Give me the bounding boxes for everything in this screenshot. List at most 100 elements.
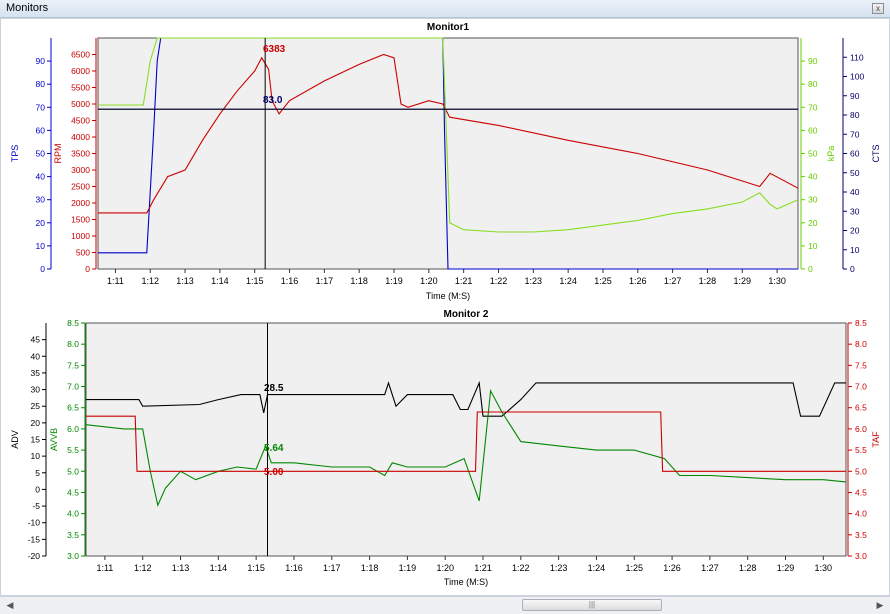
x-tick-label: 1:15 xyxy=(247,563,265,573)
arrow-left-icon[interactable]: ◀ xyxy=(3,599,17,612)
y-tick-label-kpa: 0 xyxy=(808,264,813,274)
y-tick-label-rpm: 6000 xyxy=(71,66,90,76)
y-tick-label-cts: 10 xyxy=(850,245,860,255)
y-tick-label-rpm: 3000 xyxy=(71,165,90,175)
cursor-value-label: 28.5 xyxy=(264,383,284,394)
y-tick-label-kpa: 40 xyxy=(808,172,818,182)
y-tick-label-kpa: 60 xyxy=(808,125,818,135)
y-tick-label-taf: 3.0 xyxy=(855,551,867,561)
x-tick-label: 1:25 xyxy=(625,563,643,573)
y-tick-label-taf: 6.5 xyxy=(855,403,867,413)
x-tick-label: 1:14 xyxy=(211,276,229,286)
y-tick-label-rpm: 2000 xyxy=(71,198,90,208)
cursor-value-label: 83.0 xyxy=(263,95,283,106)
x-tick-label: 1:13 xyxy=(172,563,190,573)
y-tick-label-adv: -10 xyxy=(28,518,41,528)
y-tick-label-avvb: 3.5 xyxy=(67,530,79,540)
x-tick-label: 1:23 xyxy=(550,563,568,573)
y-tick-label-avvb: 7.0 xyxy=(67,382,79,392)
y-tick-label-adv: -15 xyxy=(28,534,41,544)
x-tick-label: 1:24 xyxy=(559,276,577,286)
y-tick-label-adv: 0 xyxy=(35,484,40,494)
y-tick-label-cts: 110 xyxy=(850,52,864,62)
y-tick-label-adv: 5 xyxy=(35,468,40,478)
y-axis-label-tps: TPS xyxy=(10,145,20,163)
x-tick-label: 1:16 xyxy=(281,276,299,286)
y-tick-label-rpm: 5000 xyxy=(71,99,90,109)
y-tick-label-taf: 7.0 xyxy=(855,382,867,392)
x-tick-label: 1:30 xyxy=(768,276,786,286)
y-tick-label-tps: 40 xyxy=(36,172,46,182)
y-tick-label-taf: 5.5 xyxy=(855,445,867,455)
y-tick-label-taf: 5.0 xyxy=(855,466,867,476)
cursor-value-label: 5.64 xyxy=(264,443,284,454)
x-axis-label: Time (M:S) xyxy=(426,291,470,301)
x-tick-label: 1:20 xyxy=(420,276,438,286)
arrow-right-icon[interactable]: ▶ xyxy=(873,599,887,612)
x-tick-label: 1:19 xyxy=(385,276,403,286)
x-tick-label: 1:17 xyxy=(323,563,341,573)
x-tick-label: 1:21 xyxy=(474,563,492,573)
y-axis-label-avvb: AVVB xyxy=(49,428,59,451)
y-tick-label-rpm: 1500 xyxy=(71,215,90,225)
x-tick-label: 1:23 xyxy=(525,276,543,286)
y-tick-label-cts: 0 xyxy=(850,264,855,274)
y-tick-label-kpa: 20 xyxy=(808,218,818,228)
y-tick-label-avvb: 5.0 xyxy=(67,466,79,476)
y-axis-label-cts: CTS xyxy=(871,145,881,163)
y-tick-label-adv: 30 xyxy=(31,385,41,395)
x-tick-label: 1:26 xyxy=(663,563,681,573)
y-tick-label-cts: 50 xyxy=(850,168,860,178)
x-tick-label: 1:11 xyxy=(96,563,113,573)
x-tick-label: 1:14 xyxy=(210,563,228,573)
x-tick-label: 1:18 xyxy=(361,563,379,573)
close-icon[interactable]: x xyxy=(872,3,884,14)
y-tick-label-kpa: 30 xyxy=(808,195,818,205)
y-tick-label-cts: 20 xyxy=(850,226,860,236)
y-tick-label-adv: -20 xyxy=(28,551,41,561)
x-tick-label: 1:12 xyxy=(141,276,159,286)
x-axis-label: Time (M:S) xyxy=(444,577,488,587)
y-tick-label-tps: 50 xyxy=(36,149,46,159)
y-tick-label-kpa: 50 xyxy=(808,149,818,159)
y-tick-label-tps: 10 xyxy=(36,241,46,251)
y-tick-label-taf: 4.0 xyxy=(855,509,867,519)
y-tick-label-rpm: 0 xyxy=(85,264,90,274)
y-tick-label-kpa: 90 xyxy=(808,56,818,66)
x-tick-label: 1:15 xyxy=(246,276,264,286)
y-tick-label-avvb: 8.0 xyxy=(67,339,79,349)
horizontal-scrollbar[interactable]: ◀ ||| ▶ xyxy=(0,596,890,614)
y-axis-label-taf: TAF xyxy=(871,431,881,448)
x-tick-label: 1:25 xyxy=(594,276,612,286)
x-tick-label: 1:18 xyxy=(350,276,368,286)
x-tick-label: 1:26 xyxy=(629,276,647,286)
y-tick-label-kpa: 10 xyxy=(808,241,818,251)
y-tick-label-taf: 3.5 xyxy=(855,530,867,540)
x-tick-label: 1:24 xyxy=(588,563,606,573)
monitors-frame: Monitor1 1:11 1:12 1:13 1:14 1:15 1:16 1:17 1:18… xyxy=(0,18,890,596)
cursor-value-label: 6383 xyxy=(263,44,286,55)
y-tick-label-avvb: 8.5 xyxy=(67,318,79,328)
x-tick-label: 1:22 xyxy=(490,276,508,286)
y-tick-label-adv: -5 xyxy=(32,501,40,511)
y-tick-label-cts: 60 xyxy=(850,149,860,159)
y-tick-label-rpm: 5500 xyxy=(71,83,90,93)
y-tick-label-tps: 30 xyxy=(36,195,46,205)
plot-area-1 xyxy=(97,37,799,270)
x-tick-label: 1:29 xyxy=(777,563,795,573)
x-tick-label: 1:27 xyxy=(701,563,719,573)
y-tick-label-tps: 90 xyxy=(36,56,46,66)
y-tick-label-taf: 7.5 xyxy=(855,360,867,370)
y-tick-label-adv: 20 xyxy=(31,418,41,428)
y-tick-label-tps: 70 xyxy=(36,102,46,112)
y-tick-label-rpm: 6500 xyxy=(71,50,90,60)
y-tick-label-adv: 15 xyxy=(31,435,41,445)
y-tick-label-cts: 40 xyxy=(850,187,860,197)
x-tick-label: 1:13 xyxy=(176,276,194,286)
scrollbar-thumb[interactable]: ||| xyxy=(522,599,662,611)
y-tick-label-rpm: 3500 xyxy=(71,149,90,159)
y-tick-label-rpm: 1000 xyxy=(71,231,90,241)
x-tick-label: 1:12 xyxy=(134,563,152,573)
y-tick-label-tps: 60 xyxy=(36,125,46,135)
y-tick-label-rpm: 4500 xyxy=(71,116,90,126)
